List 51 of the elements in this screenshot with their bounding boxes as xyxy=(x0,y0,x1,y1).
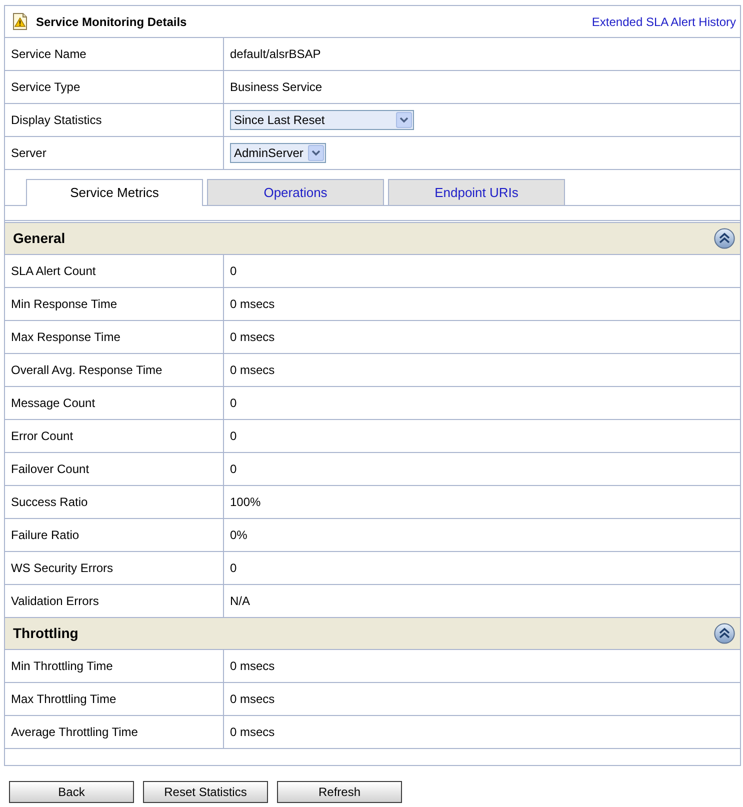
metric-value: 0% xyxy=(230,527,248,544)
metric-value: 100% xyxy=(230,494,261,511)
metric-label: Min Throttling Time xyxy=(11,658,113,675)
tab[interactable]: Endpoint URIs xyxy=(388,179,565,205)
metric-label: Error Count xyxy=(11,428,74,445)
action-button[interactable]: Reset Statistics xyxy=(143,781,268,803)
metric-value: 0 xyxy=(230,461,237,478)
field-label: Display Statistics xyxy=(11,112,102,129)
metric-value: 0 msecs xyxy=(230,362,275,379)
panel-title: Service Monitoring Details xyxy=(36,14,187,30)
metric-label: SLA Alert Count xyxy=(11,263,96,280)
metric-value: 0 xyxy=(230,395,237,412)
collapse-icon[interactable] xyxy=(714,623,735,644)
metric-label: WS Security Errors xyxy=(11,560,114,577)
metric-label: Min Response Time xyxy=(11,296,118,313)
metric-value: 0 msecs xyxy=(230,658,275,675)
metric-value: 0 msecs xyxy=(230,329,275,346)
section-title: General xyxy=(13,229,66,248)
metric-value: 0 xyxy=(230,560,237,577)
field-label: Service Name xyxy=(11,46,86,63)
metric-label: Failure Ratio xyxy=(11,527,80,544)
tab[interactable]: Service Metrics xyxy=(26,179,203,206)
metric-label: Message Count xyxy=(11,395,96,412)
warning-document-icon xyxy=(12,13,28,30)
dropdown[interactable]: AdminServer xyxy=(230,143,326,163)
metric-label: Success Ratio xyxy=(11,494,88,511)
metric-value: 0 msecs xyxy=(230,296,275,313)
collapse-icon[interactable] xyxy=(714,228,735,249)
metric-value: 0 msecs xyxy=(230,691,275,708)
metric-value: 0 xyxy=(230,428,237,445)
alert-history-link[interactable]: Extended SLA Alert History xyxy=(592,12,736,30)
metric-label: Max Throttling Time xyxy=(11,691,116,708)
metric-value: 0 xyxy=(230,263,237,280)
metric-label: Validation Errors xyxy=(11,593,99,610)
metric-label: Overall Avg. Response Time xyxy=(11,362,162,379)
field-value: Business Service xyxy=(230,79,322,96)
chevron-down-icon xyxy=(396,112,412,128)
field-label: Server xyxy=(11,145,46,162)
field-label: Service Type xyxy=(11,79,80,96)
metric-value: 0 msecs xyxy=(230,724,275,741)
dropdown[interactable]: Since Last Reset xyxy=(230,110,414,130)
metric-label: Failover Count xyxy=(11,461,90,478)
tab[interactable]: Operations xyxy=(207,179,384,205)
section-title: Throttling xyxy=(13,624,78,643)
action-button[interactable]: Refresh xyxy=(277,781,402,803)
metric-label: Average Throttling Time xyxy=(11,724,138,741)
action-button[interactable]: Back xyxy=(9,781,134,803)
field-value: default/alsrBSAP xyxy=(230,46,321,63)
metric-value: N/A xyxy=(230,593,250,610)
chevron-down-icon xyxy=(308,145,324,161)
metric-label: Max Response Time xyxy=(11,329,120,346)
